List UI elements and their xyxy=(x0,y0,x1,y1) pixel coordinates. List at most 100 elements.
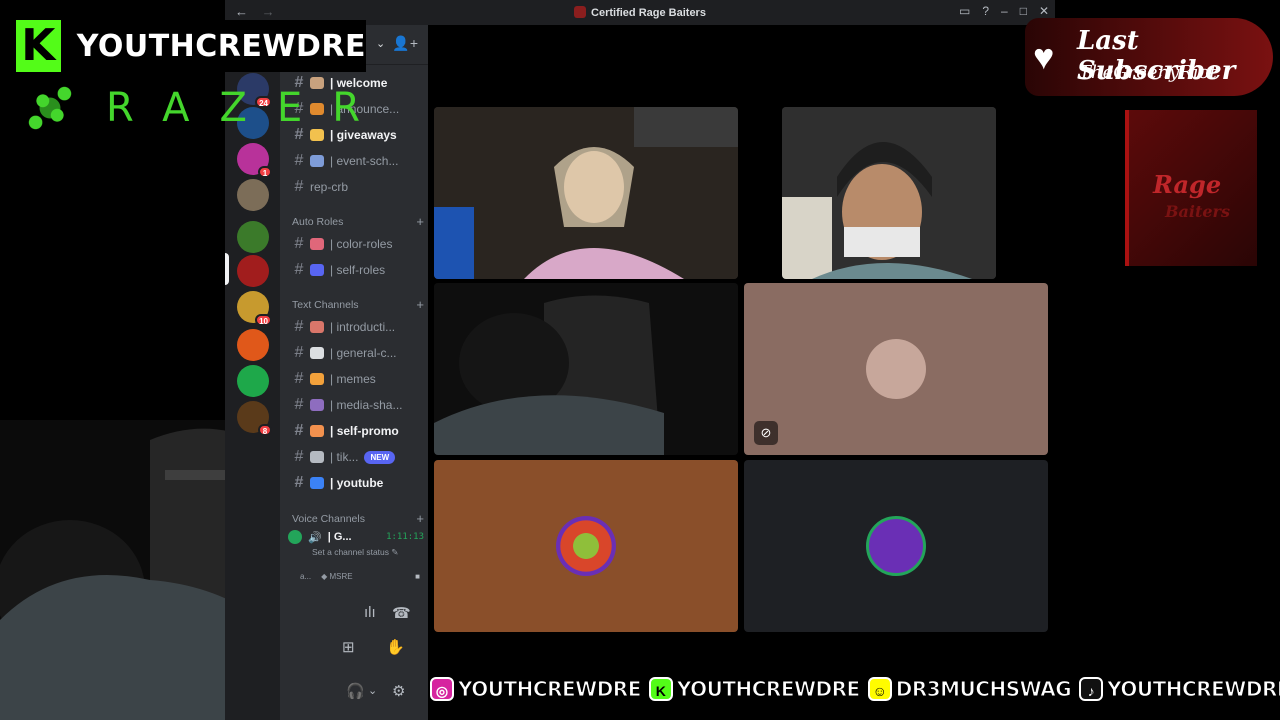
channel-category[interactable]: Text Channels + xyxy=(292,297,424,312)
call-timer: 1:11:13 xyxy=(386,532,424,542)
channel-category[interactable]: Auto Roles + xyxy=(292,214,424,229)
voice-channel-name[interactable]: | G... xyxy=(328,531,352,543)
channel-item[interactable]: # | memes xyxy=(288,367,424,391)
settings-gear-icon[interactable]: ⚙ xyxy=(392,682,405,700)
last-subscriber-name: TheGreenyRiot xyxy=(1079,62,1217,83)
channel-emoji-icon xyxy=(310,347,324,359)
speaker-icon: 🔊 xyxy=(308,531,322,544)
social-handle: DR3MUCHSWAG xyxy=(895,677,1072,702)
channel-name: | youtube xyxy=(330,476,384,490)
channel-name: | self-roles xyxy=(330,263,386,277)
channel-name: | media-sha... xyxy=(330,398,403,412)
channel-emoji-icon xyxy=(310,238,324,250)
hash-icon: # xyxy=(294,370,304,387)
participant-avatar-tile[interactable] xyxy=(744,460,1048,632)
chevron-down-icon[interactable]: ⌄ xyxy=(368,684,377,697)
channel-item[interactable]: # | self-promo xyxy=(288,419,424,443)
minimize-button[interactable]: – xyxy=(1001,4,1008,18)
participant-avatar xyxy=(866,516,926,576)
participant-video-tile[interactable] xyxy=(782,107,996,279)
channel-status-button[interactable]: Set a channel status ✎ xyxy=(312,547,424,558)
participant-video-tile[interactable] xyxy=(434,107,738,279)
server-icon[interactable] xyxy=(237,365,269,397)
server-icon[interactable] xyxy=(237,221,269,253)
instagram-icon: ◎ xyxy=(430,677,454,701)
channel-name: | event-sch... xyxy=(330,154,399,168)
hash-icon: # xyxy=(294,261,304,278)
new-badge: NEW xyxy=(364,450,396,464)
close-button[interactable]: ✕ xyxy=(1039,4,1049,18)
channel-category[interactable]: Voice Channels + xyxy=(292,511,424,526)
channel-item[interactable]: # | introducti... xyxy=(288,315,424,339)
channel-emoji-icon xyxy=(310,451,324,463)
participant-avatar-tile[interactable] xyxy=(434,460,738,632)
social-handle: YOUTHCREWDRE xyxy=(458,677,642,702)
hash-icon: # xyxy=(294,474,304,491)
kick-channel-banner: K YOUTHCREWDRE xyxy=(16,20,366,72)
channel-item[interactable]: # | media-sha... xyxy=(288,393,424,417)
maximize-button[interactable]: □ xyxy=(1020,4,1027,18)
voice-connected-icon xyxy=(288,530,302,544)
server-icon[interactable]: 10 xyxy=(237,291,272,326)
soundboard-icon[interactable]: ılı xyxy=(364,604,376,621)
channel-name: | introducti... xyxy=(330,320,396,334)
add-channel-icon[interactable]: + xyxy=(416,214,424,229)
krisp-icon[interactable]: ✋ xyxy=(386,638,405,656)
server-icon xyxy=(574,6,587,18)
inbox-icon[interactable]: ▭ xyxy=(959,4,970,18)
camera-icon[interactable]: ■ xyxy=(415,572,420,581)
hash-icon: # xyxy=(294,318,304,335)
kick-icon: K xyxy=(648,677,673,701)
user-tag: ◆ MSRE xyxy=(321,572,353,581)
window-title-text: Certified Rage Baiters xyxy=(591,7,706,19)
channel-item[interactable]: # rep-crb xyxy=(288,175,424,199)
hash-icon: # xyxy=(294,448,304,465)
participant-avatar xyxy=(556,516,616,576)
channel-emoji-icon xyxy=(310,373,324,385)
window-title: Certified Rage Baiters xyxy=(225,6,1055,19)
server-icon[interactable]: 8 xyxy=(237,401,272,436)
participant-video-tile[interactable] xyxy=(434,283,738,455)
mention-badge: 8 xyxy=(258,424,272,436)
channel-emoji-icon xyxy=(310,155,324,167)
server-icon[interactable] xyxy=(237,255,269,287)
video-off-icon: ⊘ xyxy=(754,421,778,445)
server-icon[interactable] xyxy=(237,179,269,211)
hash-icon: # xyxy=(294,344,304,361)
voice-call-grid: ⊘ xyxy=(428,25,1055,720)
razer-logo: RAZER xyxy=(14,72,390,144)
server-icon[interactable]: 1 xyxy=(237,143,272,178)
channel-item[interactable]: # | tik... NEW xyxy=(288,445,424,469)
disconnect-icon[interactable]: ☎ xyxy=(392,604,411,622)
participant-avatar-tile[interactable]: ⊘ xyxy=(744,283,1048,455)
tiktok-icon: ♪ xyxy=(1079,677,1104,701)
channel-item[interactable]: # | color-roles xyxy=(288,232,424,256)
channel-item[interactable]: # | general-c... xyxy=(288,341,424,365)
chevron-down-icon[interactable]: ⌄ xyxy=(376,37,385,50)
channel-name: | tik... xyxy=(330,450,359,464)
channel-emoji-icon xyxy=(310,264,324,276)
channel-item[interactable]: # | self-roles xyxy=(288,258,424,282)
add-member-icon[interactable]: 👤+ xyxy=(392,35,418,52)
channel-name: rep-crb xyxy=(310,180,349,194)
activities-icon[interactable]: ⊞ xyxy=(342,638,355,656)
server-icon[interactable] xyxy=(237,329,269,361)
mention-badge: 10 xyxy=(255,314,272,326)
channel-item[interactable]: # | event-sch... xyxy=(288,149,424,173)
headset-icon[interactable]: 🎧 xyxy=(346,682,365,700)
rage-baiters-poster: Rage Baiters xyxy=(1125,110,1257,266)
razer-snake-icon xyxy=(14,72,86,144)
add-channel-icon[interactable]: + xyxy=(416,297,424,312)
channel-name: | memes xyxy=(330,372,376,386)
hash-icon: # xyxy=(294,178,304,195)
user-row: a... ◆ MSRE ■ xyxy=(300,572,420,581)
kick-logo-icon: K xyxy=(16,20,61,72)
last-subscriber-alert: ♥ Last Subscriber TheGreenyRiot xyxy=(1025,18,1273,96)
channel-item[interactable]: # | youtube xyxy=(288,471,424,495)
channel-name: | self-promo xyxy=(330,424,399,438)
add-channel-icon[interactable]: + xyxy=(416,511,424,526)
mention-badge: 1 xyxy=(258,166,272,178)
help-icon[interactable]: ? xyxy=(982,4,989,18)
channel-name: YOUTHCREWDRE xyxy=(76,28,366,64)
heart-icon: ♥ xyxy=(1033,36,1055,77)
